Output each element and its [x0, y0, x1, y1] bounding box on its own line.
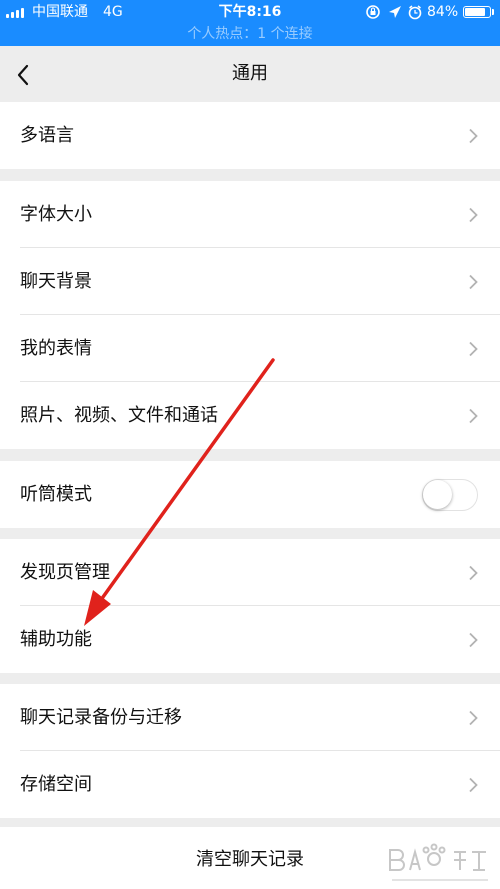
toggle-knob	[423, 480, 452, 509]
settings-group-display: 字体大小 聊天背景 我的表情 照片、视频、文件和通话	[0, 181, 500, 449]
baidu-watermark-logo	[389, 843, 488, 881]
chevron-right-icon	[469, 274, 478, 290]
chevron-right-icon	[469, 207, 478, 223]
settings-item-label: 存储空间	[20, 774, 92, 795]
location-icon	[389, 6, 401, 18]
settings-item-chat-background[interactable]: 聊天背景	[0, 248, 500, 315]
settings-item-label: 聊天记录备份与迁移	[20, 707, 182, 728]
settings-item-earpiece-mode: 听筒模式	[0, 461, 500, 528]
status-time: 下午8:16	[218, 4, 282, 20]
settings-item-language[interactable]: 多语言	[0, 102, 500, 169]
navigation-bar: 通用	[0, 46, 500, 102]
chevron-right-icon	[469, 128, 478, 144]
settings-group-language: 多语言	[0, 102, 500, 169]
settings-item-discover-management[interactable]: 发现页管理	[0, 539, 500, 606]
settings-group-storage: 聊天记录备份与迁移 存储空间	[0, 684, 500, 818]
settings-item-font-size[interactable]: 字体大小	[0, 181, 500, 248]
battery-icon	[463, 6, 491, 18]
earpiece-mode-toggle[interactable]	[422, 479, 478, 511]
battery-cap	[492, 9, 494, 15]
settings-item-accessibility[interactable]: 辅助功能	[0, 606, 500, 673]
settings-item-label: 辅助功能	[20, 629, 92, 650]
settings-item-label: 发现页管理	[20, 562, 110, 583]
settings-item-label: 听筒模式	[20, 484, 92, 505]
chevron-right-icon	[469, 777, 478, 793]
chevron-right-icon	[469, 408, 478, 424]
hotspot-banner[interactable]: 个人热点：1 个连接	[0, 24, 500, 44]
battery-percentage: 84%	[427, 4, 459, 20]
battery-level	[465, 8, 485, 16]
settings-item-photos-videos-files-calls[interactable]: 照片、视频、文件和通话	[0, 382, 500, 449]
chevron-right-icon	[469, 565, 478, 581]
settings-item-label: 多语言	[20, 125, 74, 146]
status-icons	[366, 5, 422, 20]
alarm-icon	[408, 5, 422, 20]
chevron-right-icon	[469, 632, 478, 648]
settings-item-storage[interactable]: 存储空间	[0, 751, 500, 818]
settings-item-label: 我的表情	[20, 338, 92, 359]
page-title: 通用	[232, 63, 268, 84]
settings-item-label: 聊天背景	[20, 271, 92, 292]
settings-item-chat-backup-migration[interactable]: 聊天记录备份与迁移	[0, 684, 500, 751]
status-bar: 中国联通 4G 下午8:16 84% 个人热点：1 个连接	[0, 0, 500, 46]
chevron-right-icon	[469, 341, 478, 357]
settings-item-label: 照片、视频、文件和通话	[20, 405, 218, 426]
chevron-right-icon	[469, 710, 478, 726]
settings-group-earpiece: 听筒模式	[0, 461, 500, 528]
settings-item-my-stickers[interactable]: 我的表情	[0, 315, 500, 382]
settings-group-discover: 发现页管理 辅助功能	[0, 539, 500, 673]
lock-rotation-icon	[366, 5, 380, 19]
status-row: 中国联通 4G 下午8:16 84%	[0, 0, 500, 24]
settings-item-label: 字体大小	[20, 204, 92, 225]
